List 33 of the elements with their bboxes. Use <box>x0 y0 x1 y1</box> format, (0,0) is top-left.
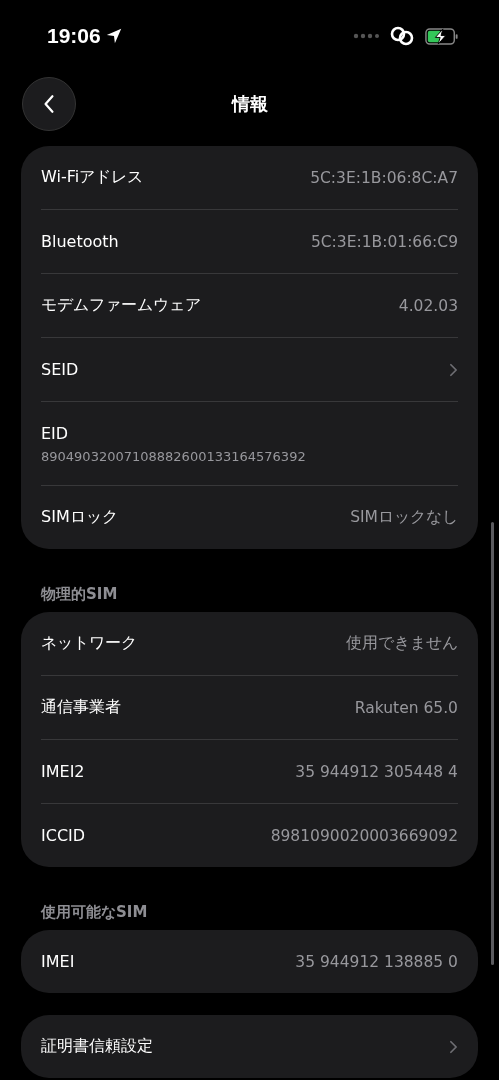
row-value: 35 944912 138885 0 <box>295 952 458 971</box>
row-label: IMEI <box>41 952 75 971</box>
status-time: 19:06 <box>47 24 101 48</box>
row-label: ICCID <box>41 826 86 845</box>
row-value: 8981090020003669092 <box>270 826 458 845</box>
back-chevron-icon <box>43 94 55 114</box>
row-value: 4.02.03 <box>398 296 458 315</box>
row-value: Rakuten 65.0 <box>354 698 458 717</box>
row-label: モデムファームウェア <box>41 295 201 316</box>
row-value: 89049032007108882600133164576392 <box>41 448 306 464</box>
row-label: IMEI2 <box>41 762 85 781</box>
chevron-icon <box>449 1039 458 1054</box>
link-icon <box>389 26 415 46</box>
battery-charging-icon <box>425 26 459 46</box>
signal-dots-icon <box>353 33 379 39</box>
row-label: SIMロック <box>41 507 118 528</box>
settings-row[interactable]: SEID <box>41 338 458 401</box>
back-button[interactable] <box>22 77 76 131</box>
row-label: 通信事業者 <box>41 697 121 718</box>
section-header: 使用可能なSIM <box>39 902 149 923</box>
row-value: 使用できません <box>346 633 458 654</box>
row-value: SIMロックなし <box>350 507 458 528</box>
row-label: Wi-Fiアドレス <box>41 167 144 188</box>
section-header: 物理的SIM <box>39 584 119 605</box>
chevron-icon <box>449 362 458 377</box>
row-label: Bluetooth <box>41 232 119 251</box>
screen-title: 情報 <box>231 92 268 116</box>
row-value: 5C:3E:1B:06:8C:A7 <box>310 168 458 187</box>
settings-row[interactable]: 証明書信頼設定 <box>41 1015 458 1078</box>
row-value: 35 944912 305448 4 <box>295 762 458 781</box>
row-label: EID <box>41 423 69 443</box>
row-value: 5C:3E:1B:01:66:C9 <box>310 232 458 251</box>
row-label: ネットワーク <box>41 633 137 654</box>
